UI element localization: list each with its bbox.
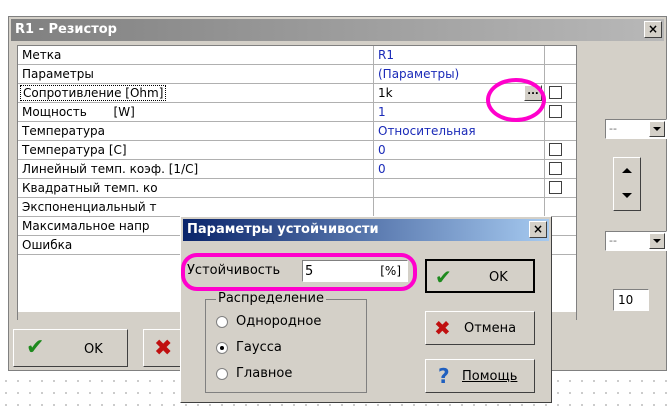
main-cancel-button[interactable]: ✖ xyxy=(143,329,183,367)
combo-value: -- xyxy=(609,234,617,247)
right-combo-bottom[interactable]: -- xyxy=(605,231,667,251)
quadratic-coef-checkbox[interactable] xyxy=(549,181,562,194)
right-value-input[interactable]: 10 xyxy=(613,289,649,311)
row-label: Сопротивление [Ohm] xyxy=(20,85,167,101)
chevron-down-icon[interactable] xyxy=(649,233,665,249)
column-divider xyxy=(373,122,374,141)
grid-row-temperature-c[interactable]: Температура [C] 0 xyxy=(18,141,576,160)
row-label: Температура xyxy=(22,124,106,138)
column-divider xyxy=(373,160,374,179)
column-divider xyxy=(544,198,545,217)
linear-coef-checkbox[interactable] xyxy=(549,162,562,175)
column-divider xyxy=(373,198,374,217)
row-value: 0 xyxy=(378,162,386,176)
dialog-help-button[interactable]: ? Помощь xyxy=(425,359,535,393)
row-label: Метка xyxy=(22,48,62,62)
temperature-checkbox[interactable] xyxy=(549,143,562,156)
distribution-legend: Распределение xyxy=(216,291,326,306)
row-value: (Параметры) xyxy=(378,67,460,81)
cross-icon: ✖ xyxy=(154,336,173,361)
radio-label: Главное xyxy=(236,366,293,381)
input-value: 10 xyxy=(618,293,634,307)
window-close-button[interactable]: × xyxy=(644,21,662,38)
spinner-control xyxy=(613,157,641,211)
row-value: R1 xyxy=(378,48,394,62)
row-label: Экспоненциальный т xyxy=(22,200,157,214)
radio-button[interactable] xyxy=(216,368,228,380)
grid-row-exponential-coef[interactable]: Экспоненциальный т xyxy=(18,198,576,217)
row-label: Параметры xyxy=(22,67,94,81)
ok-label: OK xyxy=(489,270,508,285)
combo-value: -- xyxy=(609,122,617,135)
column-divider xyxy=(373,84,374,103)
column-divider xyxy=(373,179,374,198)
column-divider xyxy=(544,160,545,179)
row-label: Линейный темп. коэф. [1/C] xyxy=(22,162,199,176)
main-ok-button[interactable]: ✔ OK xyxy=(13,329,128,367)
column-divider xyxy=(544,122,545,141)
question-icon: ? xyxy=(438,364,450,388)
row-value: 1 xyxy=(378,105,386,119)
resistance-checkbox[interactable] xyxy=(549,86,562,99)
arrow-up-icon[interactable] xyxy=(616,160,638,183)
checkmark-icon: ✔ xyxy=(435,265,452,289)
grid-row-temperature[interactable]: Температура Относительная xyxy=(18,122,576,141)
column-divider xyxy=(373,46,374,65)
stability-parameters-dialog: Параметры устойчивости × Устойчивость 5 … xyxy=(180,216,552,403)
column-divider xyxy=(373,103,374,122)
dialog-title: Параметры устойчивости xyxy=(187,222,379,237)
radio-button[interactable] xyxy=(216,316,228,328)
row-label: Температура [C] xyxy=(22,143,127,157)
row-label: Максимальное напр xyxy=(22,219,150,233)
row-value: Относительная xyxy=(378,124,476,138)
row-value: 0 xyxy=(378,143,386,157)
column-divider xyxy=(544,141,545,160)
radio-label: Гаусса xyxy=(236,340,282,355)
help-label: Помощь xyxy=(462,369,518,384)
arrow-down-icon[interactable] xyxy=(616,185,638,208)
row-label: Квадратный темп. ко xyxy=(22,181,158,195)
window-title: R1 - Резистор xyxy=(15,22,117,37)
grid-row-parameters[interactable]: Параметры (Параметры) xyxy=(18,65,576,84)
dialog-close-button[interactable]: × xyxy=(529,221,547,238)
column-divider xyxy=(373,141,374,160)
distribution-group: Распределение Однородное Гаусса Главное xyxy=(205,291,367,393)
column-divider xyxy=(373,65,374,84)
ok-label: OK xyxy=(84,342,103,357)
highlight-box-annotation xyxy=(181,253,417,291)
checkmark-icon: ✔ xyxy=(26,335,45,360)
radio-label: Однородное xyxy=(236,314,322,329)
grid-row-quadratic-coef[interactable]: Квадратный темп. ко xyxy=(18,179,576,198)
column-divider xyxy=(544,65,545,84)
dialog-cancel-button[interactable]: ✖ Отмена xyxy=(425,311,535,345)
column-divider xyxy=(544,179,545,198)
resistance-value: 1k xyxy=(378,86,393,100)
window-titlebar: R1 - Резистор × xyxy=(11,19,664,41)
dialog-titlebar: Параметры устойчивости × xyxy=(183,219,549,241)
column-divider xyxy=(544,46,545,65)
highlight-circle-annotation xyxy=(486,78,546,122)
grid-row-label[interactable]: Метка R1 xyxy=(18,46,576,65)
cancel-label: Отмена xyxy=(464,321,517,336)
radio-button-selected[interactable] xyxy=(216,342,228,354)
cross-icon: ✖ xyxy=(434,316,451,340)
dialog-ok-button[interactable]: ✔ OK xyxy=(425,259,535,293)
chevron-down-icon[interactable] xyxy=(649,121,665,137)
row-label: Мощность [W] xyxy=(22,105,135,119)
grid-row-linear-coef[interactable]: Линейный темп. коэф. [1/C] 0 xyxy=(18,160,576,179)
right-combo-top[interactable]: -- xyxy=(605,119,667,139)
row-label: Ошибка xyxy=(22,238,73,252)
power-checkbox[interactable] xyxy=(549,105,562,118)
